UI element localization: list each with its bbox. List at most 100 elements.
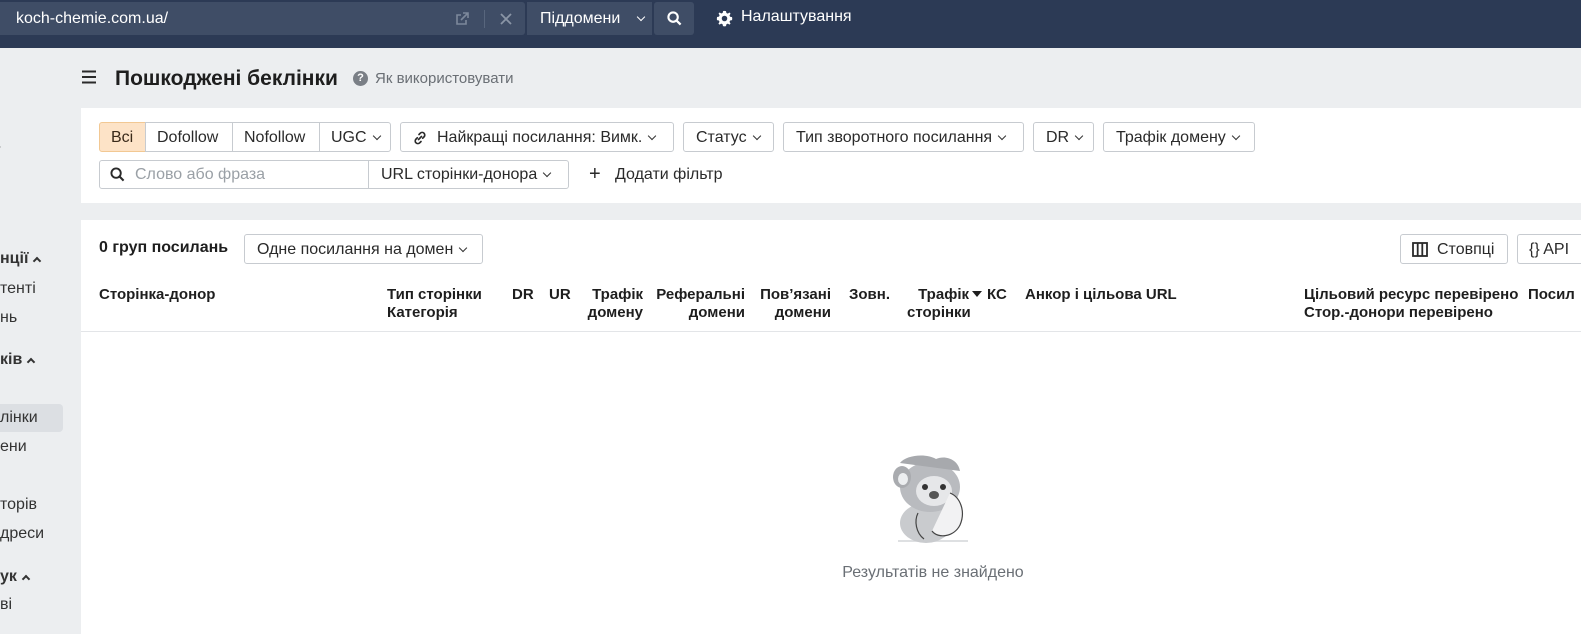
filter-panel: Всі Dofollow Nofollow UGC Найкращі посил… [81, 108, 1581, 203]
empty-message: Результатів не знайдено [842, 564, 1024, 581]
col-page-type[interactable]: Тип сторінки Категорія [387, 286, 482, 322]
sidebar-section-label: ук [0, 568, 17, 585]
search-icon [667, 11, 682, 26]
url-text[interactable]: koch-chemie.com.ua/ [16, 10, 168, 28]
url-input[interactable]: koch-chemie.com.ua/ [0, 2, 525, 35]
status-dropdown[interactable]: Статус [683, 122, 774, 152]
col-label: Цільовий ресурс перевірено [1304, 286, 1519, 303]
chevron-up-icon [21, 574, 31, 584]
col-label: домени [688, 304, 745, 321]
col-label: Пов’язані [760, 286, 831, 303]
url-donor-label: URL сторінки-донора [381, 166, 538, 183]
hamburger-menu-icon[interactable] [81, 69, 97, 85]
gear-icon [716, 10, 733, 27]
empty-koala-icon [893, 455, 968, 543]
question-icon: ? [353, 71, 368, 86]
sort-desc-icon [972, 291, 982, 297]
sidebar-section-4[interactable]: ків [0, 351, 36, 369]
chevron-down-icon [648, 131, 657, 141]
sidebar-item-3[interactable]: нь [0, 309, 17, 327]
subdomains-label: Піддомени [540, 10, 621, 27]
sidebar-section-1[interactable]: нції [0, 250, 42, 268]
sidebar-section-label: ків [0, 351, 23, 368]
link-icon [414, 131, 426, 145]
col-page-type-label: Тип сторінки [387, 286, 482, 303]
dr-dropdown[interactable]: DR [1033, 122, 1094, 152]
top-bar: koch-chemie.com.ua/ Піддомени Налаштуван… [0, 0, 1581, 48]
grouping-label: Одне посилання на домен [257, 241, 454, 258]
add-filter-label: Додати фільтр [615, 166, 723, 183]
search-icon [110, 167, 125, 182]
keyword-search-input[interactable] [135, 165, 360, 185]
filter-ugc-dropdown[interactable]: UGC [319, 122, 391, 152]
sidebar: / нції тенті нь ків лінки ени торів дрес… [0, 48, 64, 634]
keyword-search-field[interactable] [99, 160, 369, 189]
help-label: Як використовувати [375, 70, 514, 87]
settings-label: Налаштування [741, 8, 852, 25]
col-category-label: Категорія [387, 304, 458, 321]
status-label: Статус [696, 129, 747, 146]
best-links-dropdown[interactable]: Найкращі посилання: Вимк. [400, 122, 674, 152]
columns-button[interactable]: Стовпці [1400, 234, 1508, 264]
col-ur[interactable]: UR [549, 286, 571, 304]
dr-label: DR [1046, 129, 1070, 146]
header-divider [81, 331, 1581, 332]
chevron-down-icon [1074, 131, 1084, 141]
subdomains-dropdown[interactable]: Піддомени [527, 2, 652, 35]
domain-traffic-dropdown[interactable]: Трафік домену [1103, 122, 1255, 152]
col-anchor-url[interactable]: Анкор і цільова URL [1025, 286, 1177, 304]
chevron-down-icon [542, 168, 552, 178]
close-icon[interactable] [498, 11, 514, 27]
chevron-down-icon [752, 131, 761, 141]
filter-dofollow[interactable]: Dofollow [145, 122, 233, 152]
col-donor-page[interactable]: Сторінка-донор [99, 286, 215, 304]
chevron-up-icon [33, 256, 42, 266]
columns-label: Стовпці [1437, 241, 1495, 258]
sidebar-item-8[interactable]: дреси [0, 525, 44, 543]
col-domain-traffic[interactable]: Трафік домену [581, 286, 643, 322]
col-page-traffic[interactable]: Трафік сторінки [907, 286, 982, 322]
sidebar-item-10[interactable]: ві [0, 596, 12, 614]
chevron-up-icon [27, 357, 36, 367]
col-page-traffic-top: Трафік [907, 286, 982, 304]
filter-nofollow[interactable]: Nofollow [232, 122, 320, 152]
best-links-label: Найкращі посилання: Вимк. [437, 129, 643, 146]
page-title: Пошкоджені беклінки [115, 67, 338, 90]
chevron-down-icon [997, 131, 1007, 141]
col-label: сторінки [907, 304, 971, 321]
url-divider [484, 10, 485, 28]
external-link-icon[interactable] [454, 11, 470, 27]
plus-icon: + [589, 163, 601, 185]
col-kc[interactable]: КС [987, 286, 1007, 304]
col-label: Стор.-донори перевірено [1304, 304, 1493, 321]
url-donor-dropdown[interactable]: URL сторінки-донора [368, 160, 569, 189]
grouping-dropdown[interactable]: Одне посилання на домен [244, 234, 483, 264]
sidebar-item-6[interactable]: ени [0, 438, 27, 456]
sidebar-item-2[interactable]: тенті [0, 280, 36, 298]
sidebar-section-9[interactable]: ук [0, 568, 31, 586]
sidebar-item-broken-backlinks[interactable]: лінки [0, 409, 38, 427]
col-checked[interactable]: Цільовий ресурс перевірено Стор.-донори п… [1304, 286, 1518, 322]
col-linked-domains[interactable]: Пов’язані домени [753, 286, 831, 322]
sidebar-item-7[interactable]: торів [0, 496, 37, 514]
groups-count: 0 груп посилань [99, 239, 229, 256]
col-ref-domains[interactable]: Реферальні домени [655, 286, 745, 322]
col-dr[interactable]: DR [512, 286, 534, 304]
api-button[interactable]: {} API [1517, 234, 1581, 264]
col-label: домену [587, 304, 643, 321]
search-button[interactable] [654, 2, 694, 35]
backlink-type-dropdown[interactable]: Тип зворотного посилання [783, 122, 1024, 152]
columns-icon [1412, 242, 1428, 257]
chevron-down-icon [636, 12, 646, 22]
api-label: {} API [1529, 241, 1570, 258]
col-label: Реферальні [656, 286, 745, 303]
col-external[interactable]: Зовн. [849, 286, 890, 304]
chevron-down-icon [372, 131, 381, 141]
results-panel: 0 груп посилань Одне посилання на домен … [81, 220, 1581, 634]
chevron-down-icon [459, 243, 468, 253]
backlink-type-label: Тип зворотного посилання [796, 129, 993, 146]
filter-all[interactable]: Всі [99, 122, 146, 152]
col-links[interactable]: Посил [1528, 286, 1575, 304]
chevron-down-icon [1231, 131, 1241, 141]
domain-traffic-label: Трафік домену [1116, 129, 1226, 146]
